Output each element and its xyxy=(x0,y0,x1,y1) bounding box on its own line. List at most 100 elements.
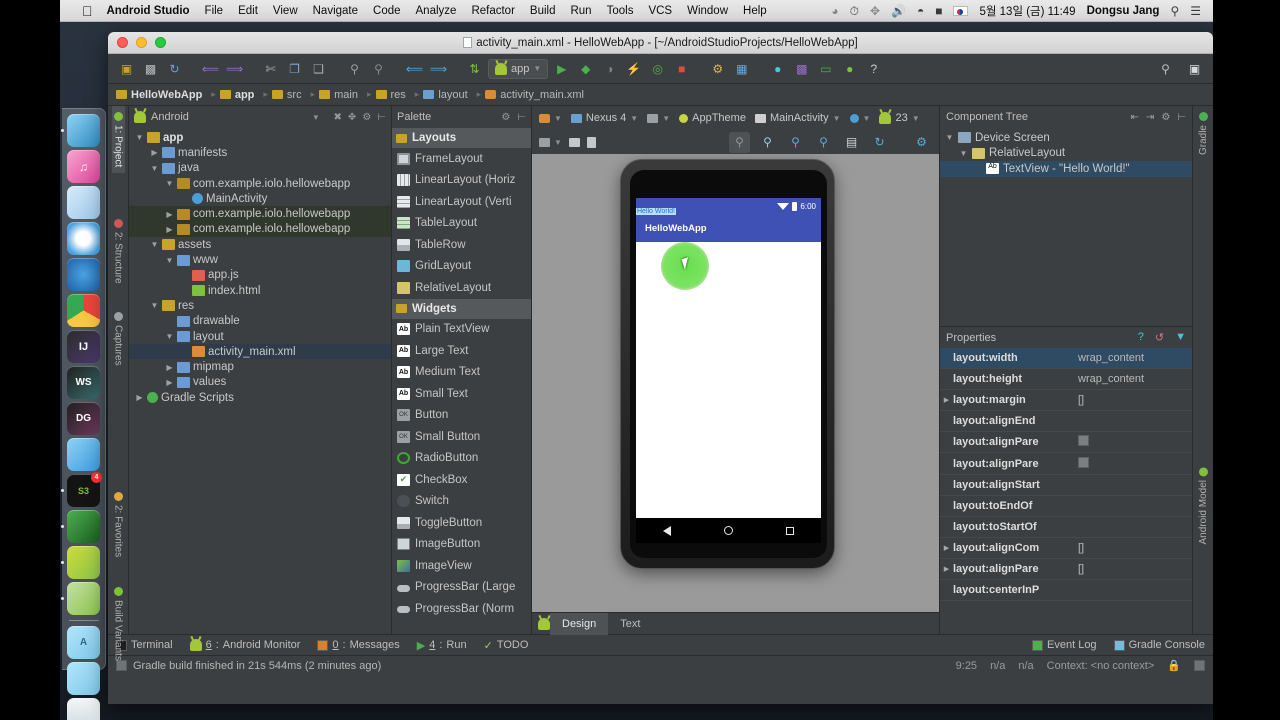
bluetooth-icon[interactable]: ✥ xyxy=(870,5,880,17)
collapse-all-icon[interactable]: ⇥ xyxy=(1146,112,1154,123)
clock-icon[interactable]: ⏱ xyxy=(850,5,859,17)
sidebar-item-project[interactable]: 1: Project xyxy=(112,106,125,173)
device-monitor-icon[interactable]: ● xyxy=(767,58,788,79)
tree-node[interactable]: ▼java xyxy=(129,161,391,176)
breadcrumb-item-app[interactable]: app xyxy=(218,89,262,101)
redo-icon[interactable]: ⟹ xyxy=(224,58,245,79)
memory-icon[interactable] xyxy=(1194,660,1205,671)
run-configuration-selector[interactable]: app ▼ xyxy=(488,59,548,79)
property-value[interactable]: [] xyxy=(1075,563,1192,575)
hide-icon[interactable]: ⊢ xyxy=(517,112,526,123)
menu-item-file[interactable]: File xyxy=(205,5,224,17)
palette-list[interactable]: LayoutsFrameLayoutLinearLayout (HorizLin… xyxy=(392,128,531,634)
settings-gear-icon[interactable]: ⚙ xyxy=(501,112,510,123)
property-row[interactable]: layout:alignPare xyxy=(940,432,1192,453)
tree-node[interactable]: activity_main.xml xyxy=(129,344,391,359)
palette-item[interactable]: OKButton xyxy=(392,405,531,427)
run-icon[interactable]: ▶ xyxy=(551,58,572,79)
device-screen[interactable]: 6:00 HelloWebApp xyxy=(636,198,821,518)
tree-node[interactable]: ▶com.example.iolo.hellowebapp xyxy=(129,222,391,237)
dock-item-sublime-text[interactable]: S34 xyxy=(67,474,100,507)
dock-item-xcode[interactable] xyxy=(67,438,100,471)
menu-item-help[interactable]: Help xyxy=(743,5,767,17)
line-separator[interactable]: n/a xyxy=(990,660,1005,672)
property-row[interactable]: layout:alignEnd xyxy=(940,411,1192,432)
menu-item-analyze[interactable]: Analyze xyxy=(416,5,457,17)
lock-icon[interactable]: 🔒 xyxy=(1167,659,1181,672)
layout-variant-selector[interactable]: ▼ xyxy=(539,114,562,123)
menu-item-run[interactable]: Run xyxy=(570,5,591,17)
dropbox-icon[interactable]: ◕ xyxy=(831,5,838,17)
fit-screen-icon[interactable]: ▼ xyxy=(539,138,562,147)
chevron-right-icon[interactable]: ▶ xyxy=(135,393,144,402)
dock-item-itunes[interactable]: ♫ xyxy=(67,150,100,183)
chevron-down-icon[interactable]: ▼ xyxy=(135,133,144,142)
filter-icon[interactable]: ▼ xyxy=(1175,331,1186,344)
palette-item[interactable]: ✔CheckBox xyxy=(392,469,531,491)
tree-node[interactable]: ▼res xyxy=(129,298,391,313)
battery-icon[interactable]: ■ xyxy=(935,5,942,17)
property-row[interactable]: layout:widthwrap_content xyxy=(940,348,1192,369)
tree-node[interactable]: ▶manifests xyxy=(129,145,391,160)
wifi-icon[interactable]: ◓ xyxy=(917,5,924,17)
menu-item-build[interactable]: Build xyxy=(530,5,556,17)
breadcrumb-item-hellowebapp[interactable]: HelloWebApp xyxy=(114,89,209,101)
tool-window-event-log[interactable]: Event Log xyxy=(1032,639,1097,651)
chevron-down-icon[interactable]: ▼ xyxy=(165,332,174,341)
sync-gradle-icon[interactable]: ⇅ xyxy=(464,58,485,79)
theme-selector[interactable]: AppTheme xyxy=(679,112,746,124)
android-sdk-icon[interactable]: ● xyxy=(839,58,860,79)
palette-item[interactable]: AbLarge Text xyxy=(392,340,531,362)
sidebar-item-gradle[interactable]: Gradle xyxy=(1197,106,1210,161)
chevron-right-icon[interactable]: ▶ xyxy=(165,210,174,219)
breadcrumb-item-activity-main-xml[interactable]: activity_main.xml xyxy=(483,89,591,101)
chevron-right-icon[interactable]: ▶ xyxy=(165,363,174,372)
hide-icon[interactable]: ⊢ xyxy=(377,112,386,123)
palette-item[interactable]: ImageView xyxy=(392,555,531,577)
property-row[interactable]: ▶layout:margin[] xyxy=(940,390,1192,411)
chevron-right-icon[interactable]: ▶ xyxy=(940,396,953,404)
property-value[interactable]: wrap_content xyxy=(1075,373,1192,385)
palette-item[interactable]: ProgressBar (Norm xyxy=(392,598,531,620)
tool-window-gradle-console[interactable]: Gradle Console xyxy=(1114,639,1205,651)
attach-debugger-icon[interactable]: ◑ xyxy=(599,58,620,79)
chevron-down-icon[interactable]: ▼ xyxy=(959,149,968,158)
palette-item[interactable]: OKSmall Button xyxy=(392,426,531,448)
dock-item-applications-folder[interactable]: A xyxy=(67,626,100,659)
palette-item[interactable]: RelativeLayout xyxy=(392,277,531,299)
dock-item-android-studio[interactable] xyxy=(67,582,100,615)
zoom-in-icon[interactable]: ⚲ xyxy=(785,132,806,153)
menu-item-vcs[interactable]: VCS xyxy=(648,5,672,17)
palette-item[interactable]: AbSmall Text xyxy=(392,383,531,405)
notification-center-icon[interactable]: ☰ xyxy=(1190,5,1201,17)
palette-item[interactable]: ProgressBar (Large xyxy=(392,577,531,599)
menu-item-refactor[interactable]: Refactor xyxy=(471,5,514,17)
palette-group[interactable]: Widgets xyxy=(392,299,531,319)
tree-node[interactable]: MainActivity xyxy=(129,191,391,206)
palette-item[interactable]: LinearLayout (Verti xyxy=(392,191,531,213)
sidebar-item-android-model[interactable]: Android Model xyxy=(1197,461,1210,550)
volume-icon[interactable]: 🔊 xyxy=(891,5,906,17)
project-view-selector[interactable]: Android xyxy=(151,111,189,123)
sync-project-icon[interactable]: ↻ xyxy=(164,58,185,79)
component-tree-node[interactable]: ▼Device Screen xyxy=(940,130,1192,146)
sidebar-item-structure[interactable]: 2: Structure xyxy=(112,213,125,290)
chevron-down-icon[interactable]: ▼ xyxy=(165,179,174,188)
stop-icon[interactable]: ■ xyxy=(671,58,692,79)
breadcrumb-item-src[interactable]: src xyxy=(270,89,309,101)
apple-icon[interactable]:  xyxy=(82,4,93,18)
dock-item-terminal-tool[interactable] xyxy=(67,510,100,543)
chevron-right-icon[interactable]: ▶ xyxy=(940,565,953,573)
palette-group[interactable]: Layouts xyxy=(392,128,531,148)
project-tree[interactable]: ▼app▶manifests▼java▼com.example.iolo.hel… xyxy=(129,128,391,634)
property-value[interactable]: [] xyxy=(1075,542,1192,554)
breadcrumb-item-main[interactable]: main xyxy=(317,89,365,101)
tree-node[interactable]: index.html xyxy=(129,283,391,298)
chevron-down-icon[interactable]: ▼ xyxy=(150,301,159,310)
property-row[interactable]: ▶layout:alignCom[] xyxy=(940,538,1192,559)
tree-node[interactable]: ▶Gradle Scripts xyxy=(129,390,391,405)
user-account-icon[interactable]: ▣ xyxy=(1184,58,1205,79)
gear-icon[interactable]: ⚙ xyxy=(1161,112,1170,123)
caret-position[interactable]: 9:25 xyxy=(956,660,977,672)
palette-item[interactable]: TableLayout xyxy=(392,213,531,235)
